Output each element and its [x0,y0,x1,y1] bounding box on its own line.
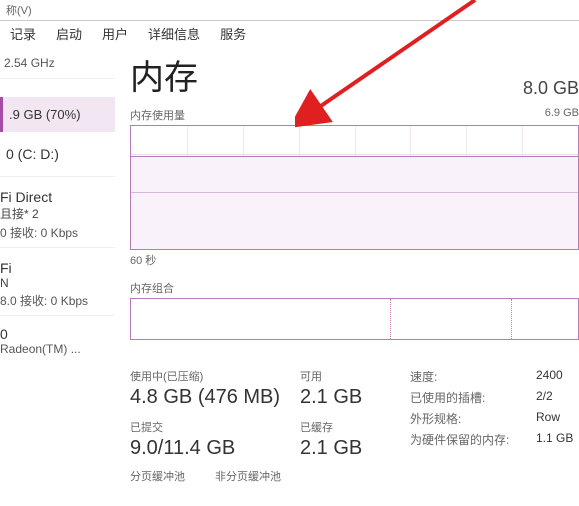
usage-compressed-line [131,192,578,249]
page-title: 内存 [130,50,198,99]
reserved-key: 为硬件保留的内存: [410,431,520,448]
sidebar-wifi-direct[interactable]: Fi Direct 且接* 2 0 接收: 0 Kbps [0,177,115,248]
usage-chart-max: 6.9 GB [545,107,579,123]
main-panel: 内存 8.0 GB 内存使用量 6.9 GB 60 秒 内存组合 使用中(已压缩… [130,50,579,506]
wifi-direct-title: Fi Direct [0,189,115,205]
wifi-direct-sub: 且接* 2 [0,205,115,222]
tab-users[interactable]: 用户 [92,20,138,47]
form-val: Row [536,410,560,427]
sidebar-gpu[interactable]: 0 Radeon(TM) ... [0,316,115,356]
tab-details[interactable]: 详细信息 [138,20,210,47]
available-label: 可用 [300,368,390,384]
composition-label: 内存组合 [130,280,579,296]
tab-bar: 记录 启动 用户 详细信息 服务 [0,20,256,47]
wifi-rx: 8.0 接收: 0 Kbps [0,292,115,309]
tab-history[interactable]: 记录 [0,20,46,47]
in-use-label: 使用中(已压缩) [130,368,300,384]
memory-composition-chart[interactable] [130,298,579,340]
sidebar: 2.54 GHz .9 GB (70%) 0 (C: D:) Fi Direct… [0,50,115,356]
slots-key: 已使用的插槽: [410,389,520,406]
x-axis-label: 60 秒 [130,252,579,268]
speed-key: 速度: [410,368,520,385]
tab-services[interactable]: 服务 [210,20,256,47]
gpu-title: 0 [0,326,115,342]
wifi-sub: N [0,276,115,290]
hardware-info: 速度: 2400 已使用的插槽: 2/2 外形规格: Row 为硬件保留的内存: 1.1… [410,368,573,460]
sidebar-memory-selected[interactable]: .9 GB (70%) [0,97,115,132]
wifi-title: Fi [0,260,115,276]
memory-usage-chart[interactable] [130,125,579,250]
committed-value: 9.0/11.4 GB [130,437,300,460]
gpu-sub: Radeon(TM) ... [0,342,115,356]
cached-label: 已缓存 [300,419,390,435]
paged-pool-label: 分页缓冲池 [130,468,185,484]
reserved-val: 1.1 GB [536,431,573,448]
wifi-direct-rx: 0 接收: 0 Kbps [0,224,115,241]
committed-label: 已提交 [130,419,300,435]
in-use-value: 4.8 GB (476 MB) [130,386,300,409]
slots-val: 2/2 [536,389,553,406]
stats-block: 使用中(已压缩) 可用 4.8 GB (476 MB) 2.1 GB 已提交 已… [130,368,579,460]
sidebar-wifi[interactable]: Fi N 8.0 接收: 0 Kbps [0,248,115,316]
form-key: 外形规格: [410,410,520,427]
window-menu-fragment: 称(V) [0,0,579,21]
tab-startup[interactable]: 启动 [46,20,92,47]
memory-total: 8.0 GB [523,78,579,99]
usage-chart-label: 内存使用量 [130,107,185,123]
cached-value: 2.1 GB [300,437,390,460]
available-value: 2.1 GB [300,386,390,409]
nonpaged-pool-label: 非分页缓冲池 [215,468,281,484]
sidebar-cpu-freq[interactable]: 2.54 GHz [0,50,115,79]
sidebar-disk[interactable]: 0 (C: D:) [0,132,115,177]
speed-val: 2400 [536,368,563,385]
